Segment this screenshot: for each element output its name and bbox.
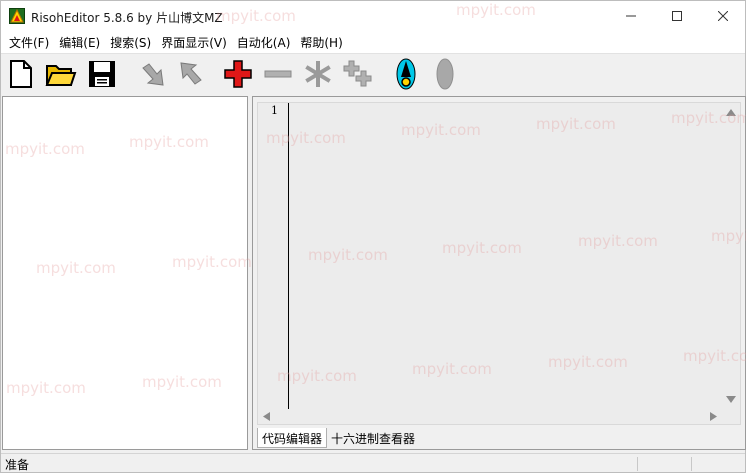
double-plus-icon [343, 60, 372, 87]
close-icon [718, 11, 728, 21]
scroll-left-icon[interactable] [261, 409, 273, 424]
scroll-right-icon[interactable] [707, 409, 719, 424]
title-bar: RisohEditor 5.8.6 by 片山博文MZ [1, 1, 745, 31]
menu-help[interactable]: 帮助(H) [295, 34, 347, 51]
new-file-icon [10, 60, 32, 88]
save-file-button[interactable] [85, 58, 119, 90]
menu-automation[interactable]: 自动化(A) [232, 34, 296, 51]
rocket-icon [396, 58, 416, 90]
app-icon [9, 8, 25, 24]
scroll-down-icon[interactable] [722, 393, 740, 405]
window-title: RisohEditor 5.8.6 by 片山博文MZ [31, 11, 223, 25]
save-disk-icon [89, 61, 115, 87]
horizontal-scrollbar[interactable] [258, 409, 722, 424]
menu-edit[interactable]: 编辑(E) [54, 34, 105, 51]
menu-file[interactable]: 文件(F) [4, 34, 54, 51]
new-file-button[interactable] [4, 58, 38, 90]
status-separator [637, 457, 638, 471]
arrow-up-left-icon [180, 62, 202, 85]
tab-hex-viewer[interactable]: 十六进制查看器 [327, 428, 419, 448]
minus-icon [264, 70, 292, 78]
add-button[interactable] [221, 58, 255, 90]
plus-icon [224, 60, 252, 88]
open-folder-icon [45, 65, 77, 86]
oval-icon [436, 58, 454, 90]
line-number: 1 [271, 104, 278, 117]
code-editor[interactable] [257, 102, 741, 425]
arrow-down-right-icon [142, 63, 164, 86]
toolbar [1, 54, 745, 94]
menu-view[interactable]: 界面显示(V) [156, 34, 232, 51]
scroll-up-icon[interactable] [722, 107, 740, 119]
status-bar: 准备 [1, 453, 745, 472]
minimize-button[interactable] [608, 1, 654, 31]
stop-button[interactable] [428, 58, 462, 90]
menu-search[interactable]: 搜索(S) [105, 34, 156, 51]
vertical-scrollbar[interactable] [722, 103, 740, 409]
clone-button[interactable] [341, 58, 375, 90]
open-file-button[interactable] [44, 58, 78, 90]
minimize-icon [626, 15, 636, 17]
close-button[interactable] [700, 1, 746, 31]
status-separator [691, 457, 692, 471]
edit-button[interactable] [301, 58, 335, 90]
compile-button[interactable] [389, 58, 423, 90]
resource-tree-panel[interactable] [2, 96, 248, 450]
remove-button[interactable] [261, 58, 295, 90]
main-window: RisohEditor 5.8.6 by 片山博文MZ 文件(F) 编辑(E) … [0, 0, 746, 473]
editor-tabs: 代码编辑器 十六进制查看器 [257, 428, 419, 448]
tab-code-editor[interactable]: 代码编辑器 [257, 428, 328, 448]
gutter-divider [288, 103, 289, 409]
move-down-button[interactable] [136, 58, 170, 90]
status-text: 准备 [5, 458, 30, 472]
maximize-button[interactable] [654, 1, 700, 31]
maximize-icon [672, 11, 682, 21]
asterisk-icon [305, 61, 331, 87]
move-up-button[interactable] [174, 58, 208, 90]
menu-bar: 文件(F) 编辑(E) 搜索(S) 界面显示(V) 自动化(A) 帮助(H) [1, 31, 745, 53]
